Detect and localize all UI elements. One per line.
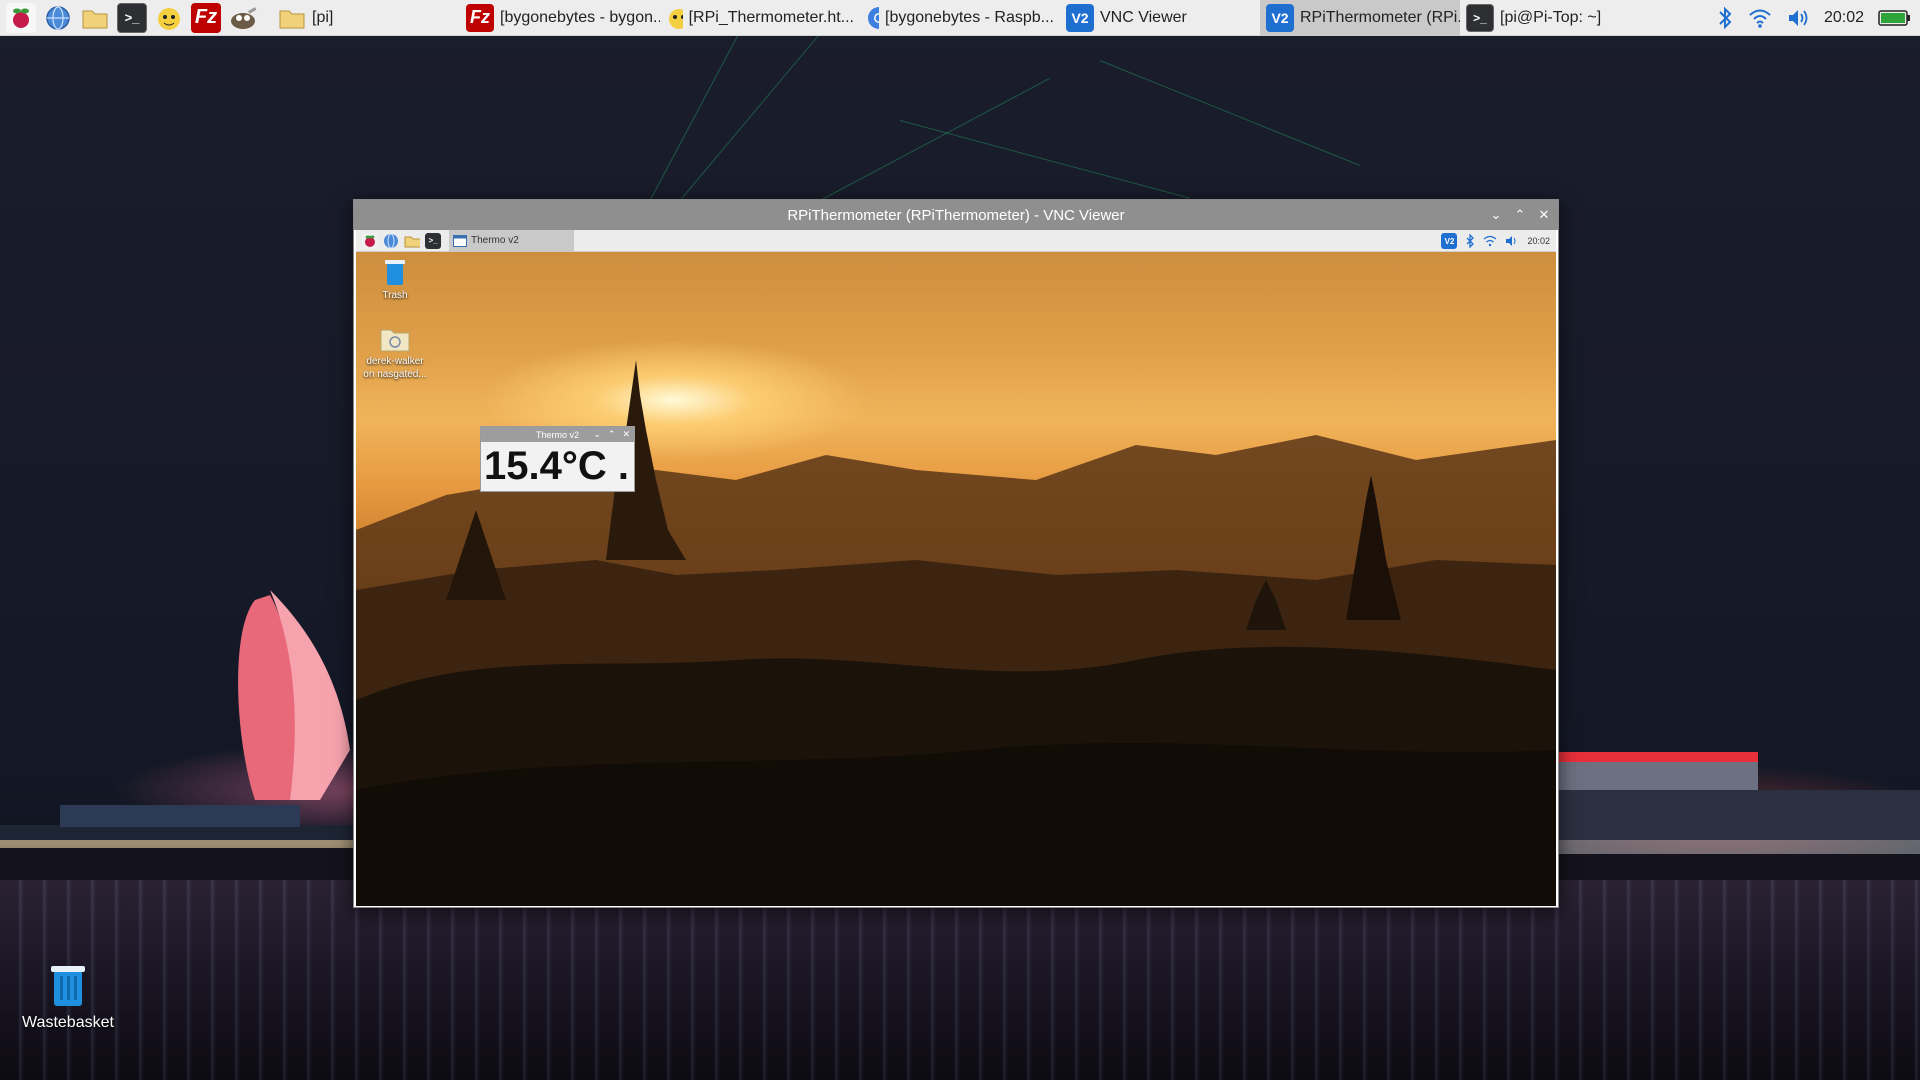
chromium-icon — [868, 6, 880, 29]
thermo-window: Thermo v2 ⌄ ⌃ ✕ 15.4°C . — [480, 426, 635, 492]
clock[interactable]: 20:02 — [1527, 236, 1550, 246]
terminal-icon: >_ — [1466, 3, 1494, 32]
raspberry-menu-icon[interactable] — [6, 2, 36, 33]
window-title: RPiThermometer (RPiThermometer) - VNC Vi… — [787, 206, 1125, 224]
window-titlebar[interactable]: Thermo v2 ⌄ ⌃ ✕ — [481, 427, 634, 442]
wallpaper-water-reflection — [0, 880, 1920, 1080]
task-label: [RPi_Thermometer.ht... — [688, 8, 854, 26]
file-manager-icon[interactable] — [404, 233, 420, 249]
mascot-app-icon[interactable] — [154, 3, 184, 33]
vnc-icon: V2 — [1266, 3, 1294, 32]
taskbar-task-chromium[interactable]: [bygonebytes - Raspb... — [860, 0, 1060, 36]
desktop-icon-label: Trash — [382, 290, 408, 301]
temperature-reading: 15.4°C . — [484, 444, 629, 488]
desktop-icon-label: Wastebasket — [22, 1014, 114, 1031]
task-label: VNC Viewer — [1100, 8, 1187, 26]
vnc-viewer-window: RPiThermometer (RPiThermometer) - VNC Vi… — [353, 199, 1559, 908]
app-launcher-bar: >_ Fz — [0, 2, 258, 33]
close-button[interactable]: ✕ — [622, 429, 630, 440]
terminal-icon[interactable]: >_ — [425, 232, 441, 249]
terminal-icon[interactable]: >_ — [117, 2, 147, 33]
task-label: [pi] — [312, 8, 334, 26]
taskbar-task-rpithermometer[interactable]: V2 RPiThermometer (RPi... — [1260, 0, 1460, 36]
clock[interactable]: 20:02 — [1824, 9, 1864, 27]
filezilla-icon[interactable]: Fz — [191, 2, 221, 33]
folder-icon — [279, 10, 305, 28]
task-label: [bygonebytes - bygon... — [500, 8, 660, 26]
taskbar-task-terminal[interactable]: >_ [pi@Pi-Top: ~] — [1460, 0, 1660, 36]
taskbar-task-html-editor[interactable]: [RPi_Thermometer.ht... — [660, 0, 860, 36]
task-label: [bygonebytes - Raspb... — [885, 8, 1054, 26]
web-browser-icon[interactable] — [383, 233, 399, 249]
wifi-icon[interactable] — [1483, 235, 1497, 247]
wifi-icon[interactable] — [1748, 7, 1772, 29]
wallpaper-skyline-left — [0, 590, 360, 898]
raspberry-menu-icon[interactable] — [362, 232, 378, 249]
task-label: RPiThermometer (RPi... — [1300, 8, 1460, 26]
desktop-icon-label-line1: derek-walker — [366, 356, 424, 367]
remote-desktop-screen[interactable]: >_ Thermo v2 V2 20:02 Trash derek-walker… — [356, 230, 1556, 906]
wallpaper-skyline-right — [1558, 752, 1920, 900]
task-label: [pi@Pi-Top: ~] — [1500, 8, 1602, 26]
remote-taskbar: >_ Thermo v2 V2 20:02 — [356, 230, 1556, 252]
close-button[interactable]: ✕ — [1536, 207, 1552, 223]
minimize-button[interactable]: ⌄ — [593, 429, 601, 440]
task-label: Thermo v2 — [471, 235, 519, 246]
web-browser-icon[interactable] — [43, 3, 73, 33]
bluetooth-icon[interactable] — [1465, 234, 1475, 248]
host-taskbar: >_ Fz [pi] Fz [bygonebytes - bygon... [R… — [0, 0, 1920, 36]
minimize-button[interactable]: ⌄ — [1488, 207, 1504, 223]
maximize-button[interactable]: ⌃ — [608, 429, 616, 440]
remote-desktop-icon-trash[interactable]: Trash — [360, 258, 430, 302]
remote-desktop-icon-network-share[interactable]: derek-walker on nasgated... — [360, 326, 430, 381]
volume-icon[interactable] — [1505, 235, 1519, 247]
window-titlebar[interactable]: RPiThermometer (RPiThermometer) - VNC Vi… — [354, 200, 1558, 230]
desktop-icon-wastebasket[interactable]: Wastebasket — [20, 962, 116, 1032]
remote-task-thermo[interactable]: Thermo v2 — [449, 230, 574, 252]
battery-icon[interactable] — [1878, 8, 1912, 28]
taskbar-task-vnc-viewer[interactable]: V2 VNC Viewer — [1060, 0, 1260, 36]
vnc-icon[interactable]: V2 — [1441, 233, 1458, 249]
window-icon — [453, 234, 467, 247]
volume-icon[interactable] — [1786, 7, 1810, 29]
trash-icon — [385, 260, 405, 285]
system-tray: 20:02 — [1716, 0, 1920, 36]
bluetooth-icon[interactable] — [1716, 5, 1734, 31]
network-folder-icon — [380, 329, 410, 352]
taskbar-task-filezilla[interactable]: Fz [bygonebytes - bygon... — [460, 0, 660, 36]
desktop-icon-label-line2: on nasgated... — [363, 369, 427, 380]
maximize-button[interactable]: ⌃ — [1512, 207, 1528, 223]
filezilla-icon: Fz — [466, 3, 494, 32]
vnc-icon: V2 — [1066, 3, 1094, 32]
window-title: Thermo v2 — [535, 429, 579, 440]
gimp-icon[interactable] — [228, 3, 258, 33]
taskbar-task-pi-folder[interactable]: [pi] — [272, 0, 460, 36]
file-manager-icon[interactable] — [80, 3, 110, 33]
remote-wallpaper — [356, 360, 1556, 906]
trash-icon — [51, 966, 85, 1006]
mascot-app-icon — [669, 8, 683, 29]
